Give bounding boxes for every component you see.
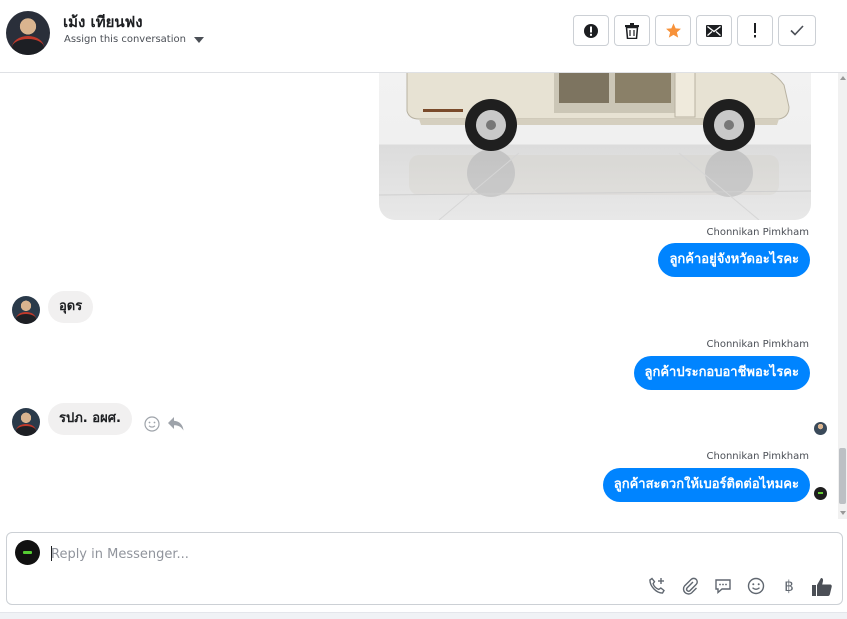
van-photo[interactable]: [379, 73, 811, 220]
saved-reply-icon[interactable]: [713, 576, 733, 596]
emoji-icon[interactable]: [746, 576, 766, 596]
sender-name: Chonnikan Pimkham: [706, 339, 809, 350]
delivered-avatar: [814, 487, 827, 500]
composer-toolbar: ฿: [647, 576, 832, 596]
reply-composer: ฿: [6, 532, 843, 605]
scroll-up-icon[interactable]: [840, 76, 846, 80]
reply-input[interactable]: [51, 543, 751, 565]
star-button[interactable]: [655, 15, 691, 46]
page-avatar: [15, 540, 40, 565]
delete-button[interactable]: [614, 15, 650, 46]
outgoing-message[interactable]: ลูกค้าสะดวกให้เบอร์ติดต่อไหมคะ: [602, 468, 810, 502]
react-emoji-icon[interactable]: [144, 416, 160, 432]
mark-unread-button[interactable]: [696, 15, 732, 46]
contact-avatar-small[interactable]: [12, 296, 40, 324]
message-tools: [144, 416, 184, 432]
incoming-message[interactable]: อุดร: [48, 291, 94, 323]
incoming-message[interactable]: รปภ. อผศ.: [48, 403, 132, 435]
paperclip-icon[interactable]: [680, 576, 700, 596]
baht-icon[interactable]: ฿: [779, 576, 799, 596]
exclamation-icon: [754, 23, 756, 38]
alert-circle-icon: [584, 23, 598, 38]
mark-spam-button[interactable]: [573, 15, 609, 46]
contact-name[interactable]: เม้ง เทียนฟง: [63, 10, 143, 34]
scroll-down-icon[interactable]: [840, 511, 846, 515]
checkmark-icon: [790, 25, 804, 36]
message-thread[interactable]: Chonnikan Pimkham ลูกค้าอยู่จังหวัดอะไรค…: [0, 73, 838, 519]
seen-avatar: [814, 422, 827, 435]
sender-name: Chonnikan Pimkham: [706, 227, 809, 238]
conversation-actions: [573, 15, 816, 46]
envelope-icon: [706, 24, 722, 37]
flag-button[interactable]: [737, 15, 773, 46]
outgoing-message[interactable]: ลูกค้าประกอบอาชีพอะไรคะ: [633, 356, 810, 390]
text-cursor: [51, 546, 52, 561]
scrollbar-thumb[interactable]: [839, 448, 846, 504]
contact-avatar[interactable]: [6, 11, 50, 55]
trash-icon: [625, 22, 639, 39]
assign-label: Assign this conversation: [64, 34, 186, 45]
thumbs-up-icon[interactable]: [812, 576, 832, 596]
mark-done-button[interactable]: [778, 15, 816, 46]
reply-arrow-icon[interactable]: [168, 417, 184, 431]
conversation-header: เม้ง เทียนฟง Assign this conversation: [0, 0, 847, 73]
assign-conversation-dropdown[interactable]: Assign this conversation: [64, 34, 204, 45]
caret-down-icon: [193, 36, 204, 43]
contact-avatar-small[interactable]: [12, 408, 40, 436]
sender-name: Chonnikan Pimkham: [706, 451, 809, 462]
star-icon: [665, 23, 681, 38]
van-illustration: [379, 73, 811, 220]
outgoing-message[interactable]: ลูกค้าอยู่จังหวัดอะไรคะ: [658, 243, 810, 277]
phone-plus-icon[interactable]: [647, 576, 667, 596]
